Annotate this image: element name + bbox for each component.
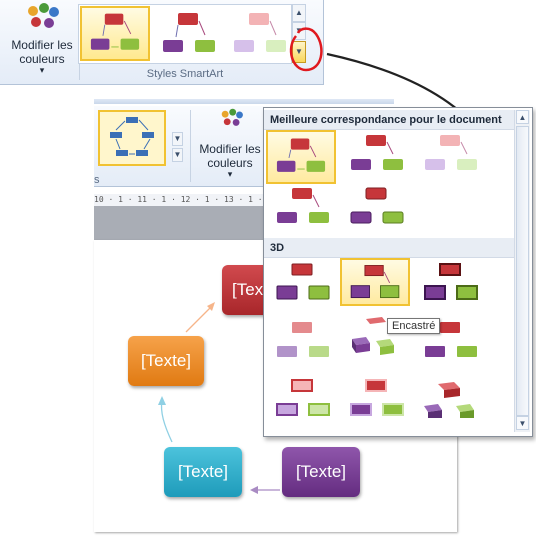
layout-group-label: s: [94, 174, 100, 186]
smartart-box-bottom-right[interactable]: [Texte]: [282, 447, 360, 497]
gallery-thumb-subtle[interactable]: [342, 132, 410, 174]
window-top-strip: [94, 99, 394, 104]
chevron-down-icon: ▾: [227, 169, 233, 179]
gallery-thumb-3d-polished[interactable]: [268, 260, 336, 302]
layout-more-button[interactable]: ▼: [172, 148, 183, 162]
group-label-smartart-styles: Styles SmartArt: [146, 68, 224, 80]
smartart-box-bottom-left[interactable]: [Texte]: [164, 447, 242, 497]
ribbon-smartart-styles: Modifier les couleurs ▾ ▲ ▼ ▼ Styles Sma: [0, 0, 324, 85]
gallery-thumb-pastel[interactable]: [416, 132, 484, 174]
ribbon-divider-2: [190, 110, 191, 182]
scroll-down-arrow-icon[interactable]: ▼: [516, 416, 529, 430]
change-colors-label: Modifier les couleurs: [11, 38, 73, 66]
document-gray-margin: [94, 206, 264, 240]
gallery-thumb-flat-selected[interactable]: [266, 130, 336, 184]
style-thumbnail-flat-selected[interactable]: [80, 6, 150, 61]
style-thumbnail-pastel[interactable]: [226, 8, 294, 60]
style-thumbnail-subtle[interactable]: [155, 8, 223, 60]
chevron-down-icon: ▾: [39, 65, 45, 75]
scroll-up-arrow-icon[interactable]: ▲: [516, 110, 529, 124]
gallery-thumb-3d-powder[interactable]: [268, 318, 336, 360]
color-palette-icon: [28, 3, 59, 28]
style-tooltip: Encastré: [387, 318, 441, 334]
gallery-thumb-intense[interactable]: [342, 184, 410, 226]
gallery-scrollbar[interactable]: ▲ ▼: [514, 110, 530, 432]
gallery-more-button[interactable]: ▼: [292, 41, 306, 63]
layout-scroll-down-icon[interactable]: ▼: [172, 132, 183, 146]
change-colors-button[interactable]: Modifier les couleurs ▾: [6, 38, 78, 75]
gallery-thumb-3d-cartoon[interactable]: [416, 260, 484, 302]
scroll-thumb[interactable]: [516, 126, 529, 416]
section-header-3d: 3D: [264, 238, 514, 258]
smartart-styles-dropdown: Meilleure correspondance pour le documen…: [263, 107, 533, 437]
gallery-scroll-up-icon[interactable]: ▲: [292, 4, 306, 22]
gallery-thumb-3d-bird-eye[interactable]: [342, 376, 410, 418]
gallery-scroll-down-icon[interactable]: ▼: [292, 22, 306, 40]
section-header-best-match: Meilleure correspondance pour le documen…: [264, 110, 514, 130]
change-colors-label-2: Modifier les couleurs: [199, 142, 261, 170]
gallery-thumb-3d-inset-hover[interactable]: [340, 258, 410, 306]
gallery-thumb-3d-sunset[interactable]: [268, 376, 336, 418]
gallery-thumb-3d-perspective[interactable]: [416, 376, 484, 418]
change-colors-button-2[interactable]: Modifier les couleurs ▾: [194, 142, 266, 179]
ribbon-smartart-layout: ▼ ▼ s Modifier les couleurs ▾: [94, 106, 264, 187]
gallery-thumb-moderate[interactable]: [268, 184, 336, 226]
layout-thumbnail-cycle-selected[interactable]: [98, 110, 166, 166]
color-palette-icon: [221, 108, 243, 126]
styles-gallery: [78, 4, 292, 64]
smartart-box-left[interactable]: [Texte]: [128, 336, 204, 386]
